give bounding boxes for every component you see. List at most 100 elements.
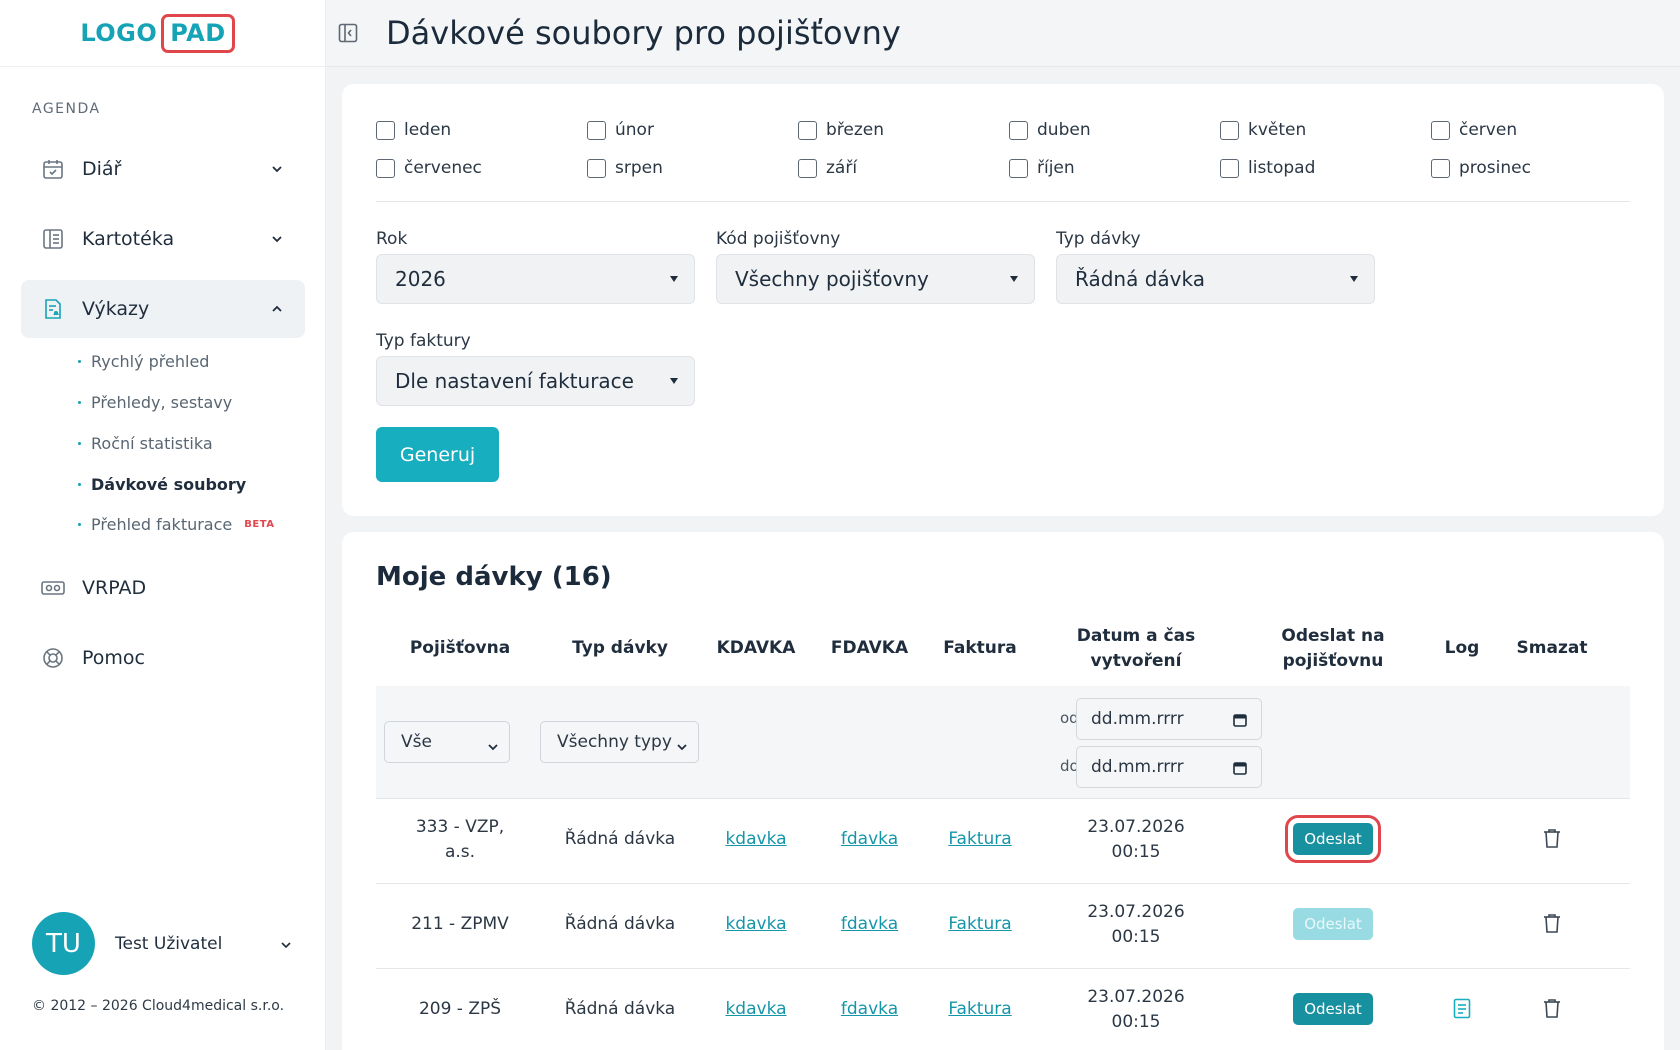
kdavka-link[interactable]: kdavka bbox=[696, 829, 816, 849]
beta-badge: BETA bbox=[244, 519, 275, 530]
sidebar: LOGO PAD AGENDA Diář Kartotéka Výkazy Ry… bbox=[0, 0, 326, 1050]
sidebar-subitem-davkove-soubory[interactable]: Dávkové soubory bbox=[78, 475, 246, 494]
filter-card: leden únor březen duben květen červen če… bbox=[342, 84, 1664, 516]
bullet bbox=[78, 523, 81, 526]
month-checkbox-srpen[interactable]: srpen bbox=[587, 158, 663, 178]
bullet bbox=[78, 442, 81, 445]
fdavka-link[interactable]: fdavka bbox=[816, 999, 923, 1019]
checkbox[interactable] bbox=[587, 120, 606, 140]
checkbox[interactable] bbox=[1431, 158, 1450, 178]
checkbox[interactable] bbox=[798, 120, 817, 140]
col-header-created: Datum a čas vytvoření bbox=[1037, 624, 1235, 674]
sidebar-collapse-icon[interactable] bbox=[336, 21, 360, 45]
report-icon bbox=[41, 297, 65, 321]
sidebar-subitem-label: Dávkové soubory bbox=[91, 475, 247, 494]
month-checkbox-duben[interactable]: duben bbox=[1009, 120, 1091, 140]
fdavka-link[interactable]: fdavka bbox=[816, 914, 923, 934]
caret-down-icon bbox=[1350, 276, 1358, 282]
invoice-type-select[interactable]: Dle nastavení fakturace bbox=[376, 356, 695, 406]
invoice-link[interactable]: Faktura bbox=[923, 914, 1037, 934]
chevron-down-icon bbox=[265, 165, 289, 173]
checkbox[interactable] bbox=[1009, 120, 1028, 140]
insurer-code-select[interactable]: Všechny pojišťovny bbox=[716, 254, 1035, 304]
calendar-icon[interactable] bbox=[1233, 712, 1247, 732]
sidebar-item-vykazy[interactable]: Výkazy bbox=[21, 280, 305, 338]
kdavka-link[interactable]: kdavka bbox=[696, 999, 816, 1019]
caret-down-icon bbox=[1010, 276, 1018, 282]
month-label: únor bbox=[615, 120, 654, 140]
month-checkbox-cerven[interactable]: červen bbox=[1431, 120, 1517, 140]
insurer-line1: 209 - ZPŠ bbox=[418, 999, 502, 1019]
send-button[interactable]: Odeslat bbox=[1285, 815, 1381, 863]
page-title: Dávkové soubory pro pojišťovny bbox=[386, 14, 901, 52]
month-checkbox-zari[interactable]: září bbox=[798, 158, 857, 178]
month-checkbox-brezen[interactable]: březen bbox=[798, 120, 884, 140]
chevron-down-icon bbox=[265, 235, 289, 243]
invoice-link[interactable]: Faktura bbox=[923, 829, 1037, 849]
logo[interactable]: LOGO PAD bbox=[80, 13, 235, 53]
sidebar-subitem-rocni-statistika[interactable]: Roční statistika bbox=[78, 434, 213, 453]
month-label: říjen bbox=[1037, 158, 1075, 178]
calendar-icon[interactable] bbox=[1233, 760, 1247, 780]
month-label: duben bbox=[1037, 120, 1091, 140]
caret-down-icon bbox=[670, 378, 678, 384]
kdavka-link[interactable]: kdavka bbox=[696, 914, 816, 934]
checkbox[interactable] bbox=[1431, 120, 1450, 140]
month-checkbox-prosinec[interactable]: prosinec bbox=[1431, 158, 1531, 178]
caret-down-icon bbox=[670, 276, 678, 282]
month-checkbox-listopad[interactable]: listopad bbox=[1220, 158, 1315, 178]
sidebar-section-label: AGENDA bbox=[32, 101, 101, 117]
month-checkbox-unor[interactable]: únor bbox=[587, 120, 654, 140]
sidebar-subitem-label: Rychlý přehled bbox=[91, 352, 210, 371]
checkbox[interactable] bbox=[1009, 158, 1028, 178]
sidebar-subitem-rychly-prehled[interactable]: Rychlý přehled bbox=[78, 352, 209, 371]
col-header-created-line2: vytvoření bbox=[1090, 651, 1182, 671]
trash-icon[interactable] bbox=[1540, 826, 1564, 850]
col-header-type: Typ dávky bbox=[572, 638, 668, 658]
fdavka-link[interactable]: fdavka bbox=[816, 829, 923, 849]
month-label: červenec bbox=[404, 158, 482, 178]
sidebar-item-kartoteka[interactable]: Kartotéka bbox=[21, 210, 305, 268]
sidebar-item-vrpad[interactable]: VRPAD bbox=[21, 559, 305, 617]
user-menu[interactable]: TU Test Uživatel bbox=[32, 912, 292, 975]
bullet bbox=[78, 360, 81, 363]
batches-card: Moje dávky (16) Pojišťovna Typ dávky KDA… bbox=[342, 532, 1664, 1050]
col-header-send-line2: pojišťovnu bbox=[1282, 651, 1384, 671]
checkbox[interactable] bbox=[376, 120, 395, 140]
year-select[interactable]: 2026 bbox=[376, 254, 695, 304]
send-button[interactable]: Odeslat bbox=[1293, 993, 1373, 1025]
trash-icon[interactable] bbox=[1540, 911, 1564, 935]
date-to-input[interactable]: dd.mm.rrrr bbox=[1076, 746, 1262, 788]
trash-icon[interactable] bbox=[1540, 996, 1564, 1020]
month-checkbox-kveten[interactable]: květen bbox=[1220, 120, 1306, 140]
checkbox[interactable] bbox=[1220, 120, 1239, 140]
month-label: březen bbox=[826, 120, 885, 140]
checkbox[interactable] bbox=[587, 158, 606, 178]
filter-insurer-select[interactable]: Vše bbox=[384, 721, 510, 763]
sidebar-subitem-prehledy-sestavy[interactable]: Přehledy, sestavy bbox=[78, 393, 232, 412]
invoice-type-label: Typ faktury bbox=[376, 331, 471, 351]
month-checkbox-leden[interactable]: leden bbox=[376, 120, 451, 140]
logo-text-right: PAD bbox=[161, 13, 235, 53]
batch-type-select[interactable]: Řádná dávka bbox=[1056, 254, 1375, 304]
date-from-input[interactable]: dd.mm.rrrr bbox=[1076, 698, 1262, 740]
sidebar-item-pomoc[interactable]: Pomoc bbox=[21, 629, 305, 687]
filter-type-select[interactable]: Všechny typy bbox=[540, 721, 699, 763]
year-value: 2026 bbox=[395, 267, 446, 291]
divider bbox=[376, 798, 1630, 799]
checkbox[interactable] bbox=[376, 158, 395, 178]
sidebar-item-diar[interactable]: Diář bbox=[21, 140, 305, 198]
sidebar-subitem-prehled-fakturace[interactable]: Přehled fakturace BETA bbox=[78, 515, 275, 534]
month-checkbox-cervenec[interactable]: červenec bbox=[376, 158, 482, 178]
col-header-delete: Smazat bbox=[1516, 638, 1588, 658]
created-time: 00:15 bbox=[1111, 1012, 1161, 1032]
table-row-type: Řádná dávka bbox=[564, 999, 676, 1019]
invoice-link[interactable]: Faktura bbox=[923, 999, 1037, 1019]
month-checkbox-rijen[interactable]: říjen bbox=[1009, 158, 1075, 178]
checkbox[interactable] bbox=[1220, 158, 1239, 178]
insurer-line1: 211 - ZPMV bbox=[411, 914, 509, 934]
table-row-created: 23.07.2026 00:15 bbox=[1037, 900, 1235, 950]
log-document-icon[interactable] bbox=[1450, 996, 1474, 1020]
checkbox[interactable] bbox=[798, 158, 817, 178]
generate-button[interactable]: Generuj bbox=[376, 427, 499, 482]
